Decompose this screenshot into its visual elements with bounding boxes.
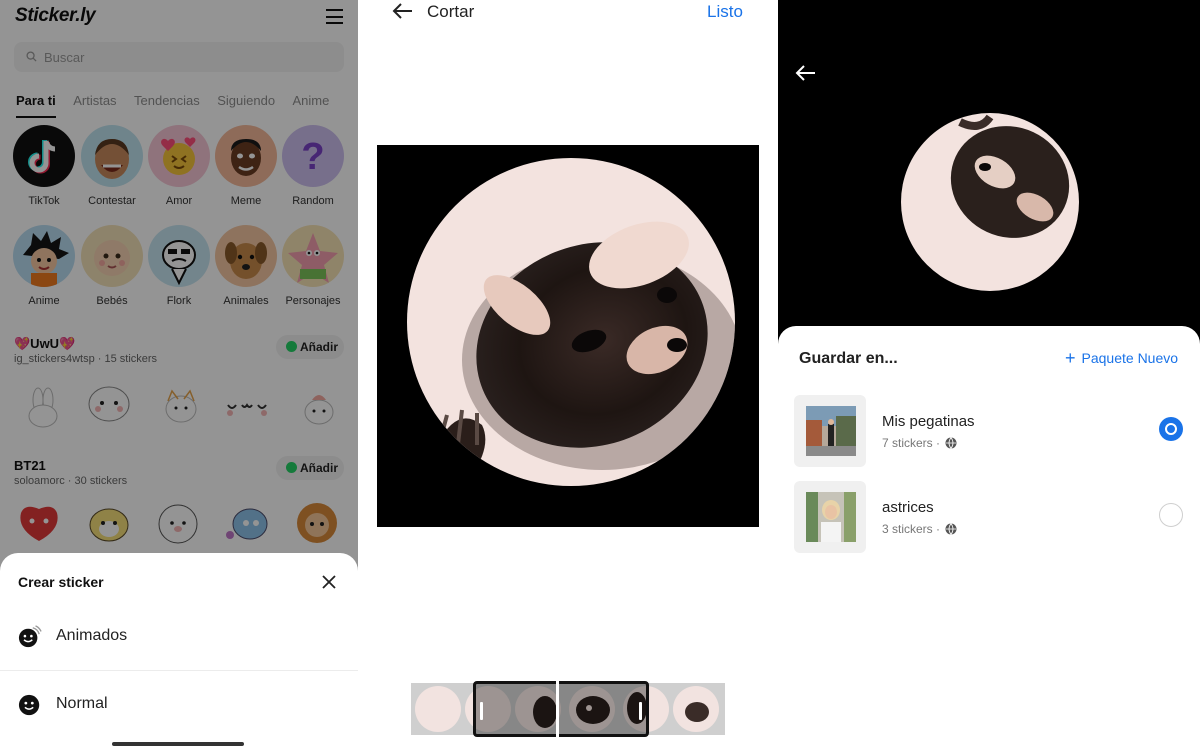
sheet-divider bbox=[0, 670, 358, 671]
pack-thumbnail bbox=[794, 481, 866, 553]
pack-meta: 3 stickers · bbox=[882, 522, 957, 536]
trim-selection[interactable] bbox=[473, 681, 649, 737]
pack-count: 7 stickers bbox=[882, 436, 933, 450]
option-label: Animados bbox=[56, 627, 128, 644]
globe-icon bbox=[945, 523, 957, 535]
portrait-photo-thumbnail bbox=[806, 492, 856, 542]
trim-handle-left[interactable] bbox=[480, 702, 483, 720]
option-label: Normal bbox=[56, 695, 108, 712]
sticker-preview-area bbox=[778, 0, 1200, 345]
close-icon[interactable] bbox=[320, 573, 338, 591]
globe-icon bbox=[945, 437, 957, 449]
smiley-icon bbox=[18, 694, 40, 716]
pack-option-mis-pegatinas[interactable]: Mis pegatinas 7 stickers · bbox=[778, 395, 1200, 469]
pack-thumbnail bbox=[794, 395, 866, 467]
frame-thumbnail bbox=[415, 686, 461, 732]
screen-title: Cortar bbox=[427, 2, 475, 21]
pack-name: astrices bbox=[882, 499, 934, 516]
new-pack-label: Paquete Nuevo bbox=[1081, 350, 1179, 366]
done-button[interactable]: Listo bbox=[707, 2, 743, 22]
plus-icon: + bbox=[1065, 348, 1076, 368]
back-arrow-icon[interactable] bbox=[794, 64, 816, 82]
radio-unselected[interactable] bbox=[1159, 503, 1183, 527]
radio-selected[interactable] bbox=[1159, 417, 1183, 441]
animated-smiley-icon bbox=[18, 625, 42, 648]
crop-screen: Cortar Listo bbox=[377, 0, 759, 750]
raccoon-sticker-preview bbox=[901, 113, 1079, 291]
pack-meta: 7 stickers · bbox=[882, 436, 957, 450]
save-to-sheet: Guardar en... + Paquete Nuevo Mis pegatin… bbox=[778, 326, 1200, 750]
street-photo-thumbnail bbox=[806, 406, 856, 456]
home-indicator bbox=[112, 742, 244, 746]
pack-option-astrices[interactable]: astrices 3 stickers · bbox=[778, 481, 1200, 555]
new-pack-button[interactable]: + Paquete Nuevo bbox=[1065, 348, 1178, 369]
save-to-screen: Guardar en... + Paquete Nuevo Mis pegatin… bbox=[778, 0, 1200, 750]
crop-canvas[interactable] bbox=[377, 145, 759, 527]
sticker-home-screen: Sticker.ly Buscar Para ti Artistas Tende… bbox=[0, 0, 358, 750]
playhead[interactable] bbox=[556, 679, 559, 739]
back-arrow-icon[interactable] bbox=[391, 2, 413, 20]
pack-name: Mis pegatinas bbox=[882, 413, 975, 430]
sheet-title: Guardar en... bbox=[799, 350, 898, 367]
option-animados[interactable]: Animados bbox=[0, 606, 358, 666]
sheet-title: Crear sticker bbox=[18, 574, 104, 590]
trim-handle-right[interactable] bbox=[639, 702, 642, 720]
option-normal[interactable]: Normal bbox=[0, 674, 358, 734]
pack-count: 3 stickers bbox=[882, 522, 933, 536]
frame-thumbnail bbox=[673, 686, 719, 732]
raccoon-sticker-preview bbox=[407, 158, 735, 486]
